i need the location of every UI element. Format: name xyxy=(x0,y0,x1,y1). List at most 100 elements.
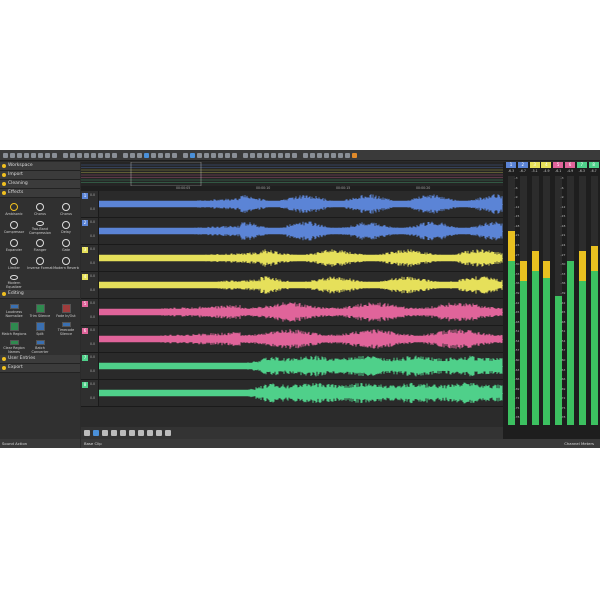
transport-button-icon[interactable] xyxy=(129,430,135,436)
effect-item[interactable]: Chorus xyxy=(27,200,53,218)
editing-tool[interactable]: Batch Converter xyxy=(27,337,53,355)
toolbar-button-icon[interactable] xyxy=(285,152,290,158)
audio-track[interactable]: 4 0.0 0.0 xyxy=(81,272,503,299)
toolbar-button-icon[interactable] xyxy=(243,152,248,158)
editing-tool[interactable]: Fade In/Out xyxy=(53,301,79,319)
meter-channel-label[interactable]: 8 xyxy=(588,162,599,168)
toolbar-button-icon[interactable] xyxy=(331,152,336,158)
transport-button-icon[interactable] xyxy=(102,430,108,436)
transport-button-icon[interactable] xyxy=(84,430,90,436)
meter-channel-label[interactable]: 3 xyxy=(529,162,540,168)
status-base-clip[interactable]: Base Clip xyxy=(81,439,503,448)
track-number-badge[interactable]: 2 xyxy=(82,220,88,226)
editing-tool[interactable]: Timecode Silence xyxy=(53,319,79,337)
toolbar-button-icon[interactable] xyxy=(130,152,135,158)
effect-item[interactable]: Two-Band Compression xyxy=(27,218,53,236)
transport-button-icon[interactable] xyxy=(111,430,117,436)
track-number-badge[interactable]: 1 xyxy=(82,193,88,199)
toolbar-button-icon[interactable] xyxy=(38,152,43,158)
transport-button-icon[interactable] xyxy=(93,430,99,436)
section-export[interactable]: Export xyxy=(0,364,80,373)
waveform[interactable] xyxy=(99,353,503,379)
toolbar-button-icon[interactable] xyxy=(324,152,329,158)
meter-channel-label[interactable]: 7 xyxy=(576,162,587,168)
toolbar-button-icon[interactable] xyxy=(204,152,209,158)
toolbar-button-icon[interactable] xyxy=(3,152,8,158)
toolbar-button-icon[interactable] xyxy=(211,152,216,158)
toolbar-button-icon[interactable] xyxy=(10,152,15,158)
toolbar-button-icon[interactable] xyxy=(98,152,103,158)
toolbar-button-icon[interactable] xyxy=(257,152,262,158)
waveform[interactable] xyxy=(99,326,503,352)
waveform[interactable] xyxy=(99,245,503,271)
toolbar-button-icon[interactable] xyxy=(45,152,50,158)
section-editing[interactable]: Editing xyxy=(0,290,80,299)
track-header[interactable]: 1 0.0 0.0 xyxy=(81,191,99,217)
track-header[interactable]: 2 0.0 0.0 xyxy=(81,218,99,244)
effect-item[interactable]: Flanger xyxy=(27,236,53,254)
toolbar-button-icon[interactable] xyxy=(52,152,57,158)
toolbar-button-icon[interactable] xyxy=(225,152,230,158)
track-header[interactable]: 6 0.0 0.0 xyxy=(81,326,99,352)
transport-button-icon[interactable] xyxy=(147,430,153,436)
toolbar-button-icon[interactable] xyxy=(338,152,343,158)
toolbar-button-icon[interactable] xyxy=(105,152,110,158)
section-user-entries[interactable]: User Entries xyxy=(0,355,80,364)
toolbar-button-icon[interactable] xyxy=(172,152,177,158)
track-number-badge[interactable]: 6 xyxy=(82,328,88,334)
track-header[interactable]: 5 0.0 0.0 xyxy=(81,299,99,325)
effect-item[interactable]: Ambisonic xyxy=(1,200,27,218)
effect-item[interactable]: Modern Reverb xyxy=(53,254,79,272)
status-sound-action[interactable]: Sound Action xyxy=(0,439,80,448)
track-header[interactable]: 3 0.0 0.0 xyxy=(81,245,99,271)
toolbar-button-icon[interactable] xyxy=(352,152,357,158)
meter-channel-label[interactable]: 6 xyxy=(565,162,575,168)
toolbar-button-icon[interactable] xyxy=(91,152,96,158)
toolbar-button-icon[interactable] xyxy=(151,152,156,158)
audio-track[interactable]: 8 0.0 0.0 xyxy=(81,380,503,407)
toolbar-button-icon[interactable] xyxy=(70,152,75,158)
effect-item[interactable]: Expander xyxy=(1,236,27,254)
track-number-badge[interactable]: 5 xyxy=(82,301,88,307)
section-effects[interactable]: Effects xyxy=(0,189,80,198)
effect-item[interactable]: Inverse Format xyxy=(27,254,53,272)
toolbar-button-icon[interactable] xyxy=(158,152,163,158)
section-workspace[interactable]: Workspace xyxy=(0,162,80,171)
toolbar-button-icon[interactable] xyxy=(77,152,82,158)
toolbar-button-icon[interactable] xyxy=(183,152,188,158)
editing-tool[interactable]: Loudness Normalize xyxy=(1,301,27,319)
audio-track[interactable]: 1 0.0 0.0 xyxy=(81,191,503,218)
transport-button-icon[interactable] xyxy=(120,430,126,436)
editing-tool[interactable]: Trim Silence xyxy=(27,301,53,319)
transport-button-icon[interactable] xyxy=(156,430,162,436)
toolbar-button-icon[interactable] xyxy=(84,152,89,158)
toolbar-button-icon[interactable] xyxy=(317,152,322,158)
track-header[interactable]: 4 0.0 0.0 xyxy=(81,272,99,298)
toolbar-button-icon[interactable] xyxy=(123,152,128,158)
track-number-badge[interactable]: 3 xyxy=(82,247,88,253)
toolbar-button-icon[interactable] xyxy=(264,152,269,158)
toolbar-button-icon[interactable] xyxy=(197,152,202,158)
toolbar-button-icon[interactable] xyxy=(292,152,297,158)
toolbar-button-icon[interactable] xyxy=(24,152,29,158)
toolbar-button-icon[interactable] xyxy=(218,152,223,158)
toolbar-button-icon[interactable] xyxy=(345,152,350,158)
track-number-badge[interactable]: 7 xyxy=(82,355,88,361)
toolbar-button-icon[interactable] xyxy=(278,152,283,158)
track-number-badge[interactable]: 8 xyxy=(82,382,88,388)
status-channel-meters[interactable]: Channel Meters xyxy=(503,439,600,448)
toolbar-button-icon[interactable] xyxy=(165,152,170,158)
meter-channel-label[interactable]: 1 xyxy=(506,162,516,168)
editing-tool[interactable]: Split xyxy=(27,319,53,337)
waveform[interactable] xyxy=(99,191,503,217)
waveform[interactable] xyxy=(99,380,503,406)
track-number-badge[interactable]: 4 xyxy=(82,274,88,280)
transport-button-icon[interactable] xyxy=(138,430,144,436)
toolbar-button-icon[interactable] xyxy=(303,152,308,158)
waveform[interactable] xyxy=(99,218,503,244)
toolbar-button-icon[interactable] xyxy=(271,152,276,158)
editing-tool[interactable]: Clear Region Names xyxy=(1,337,27,355)
section-cleaning[interactable]: Cleaning xyxy=(0,180,80,189)
toolbar-button-icon[interactable] xyxy=(31,152,36,158)
toolbar-button-icon[interactable] xyxy=(112,152,117,158)
